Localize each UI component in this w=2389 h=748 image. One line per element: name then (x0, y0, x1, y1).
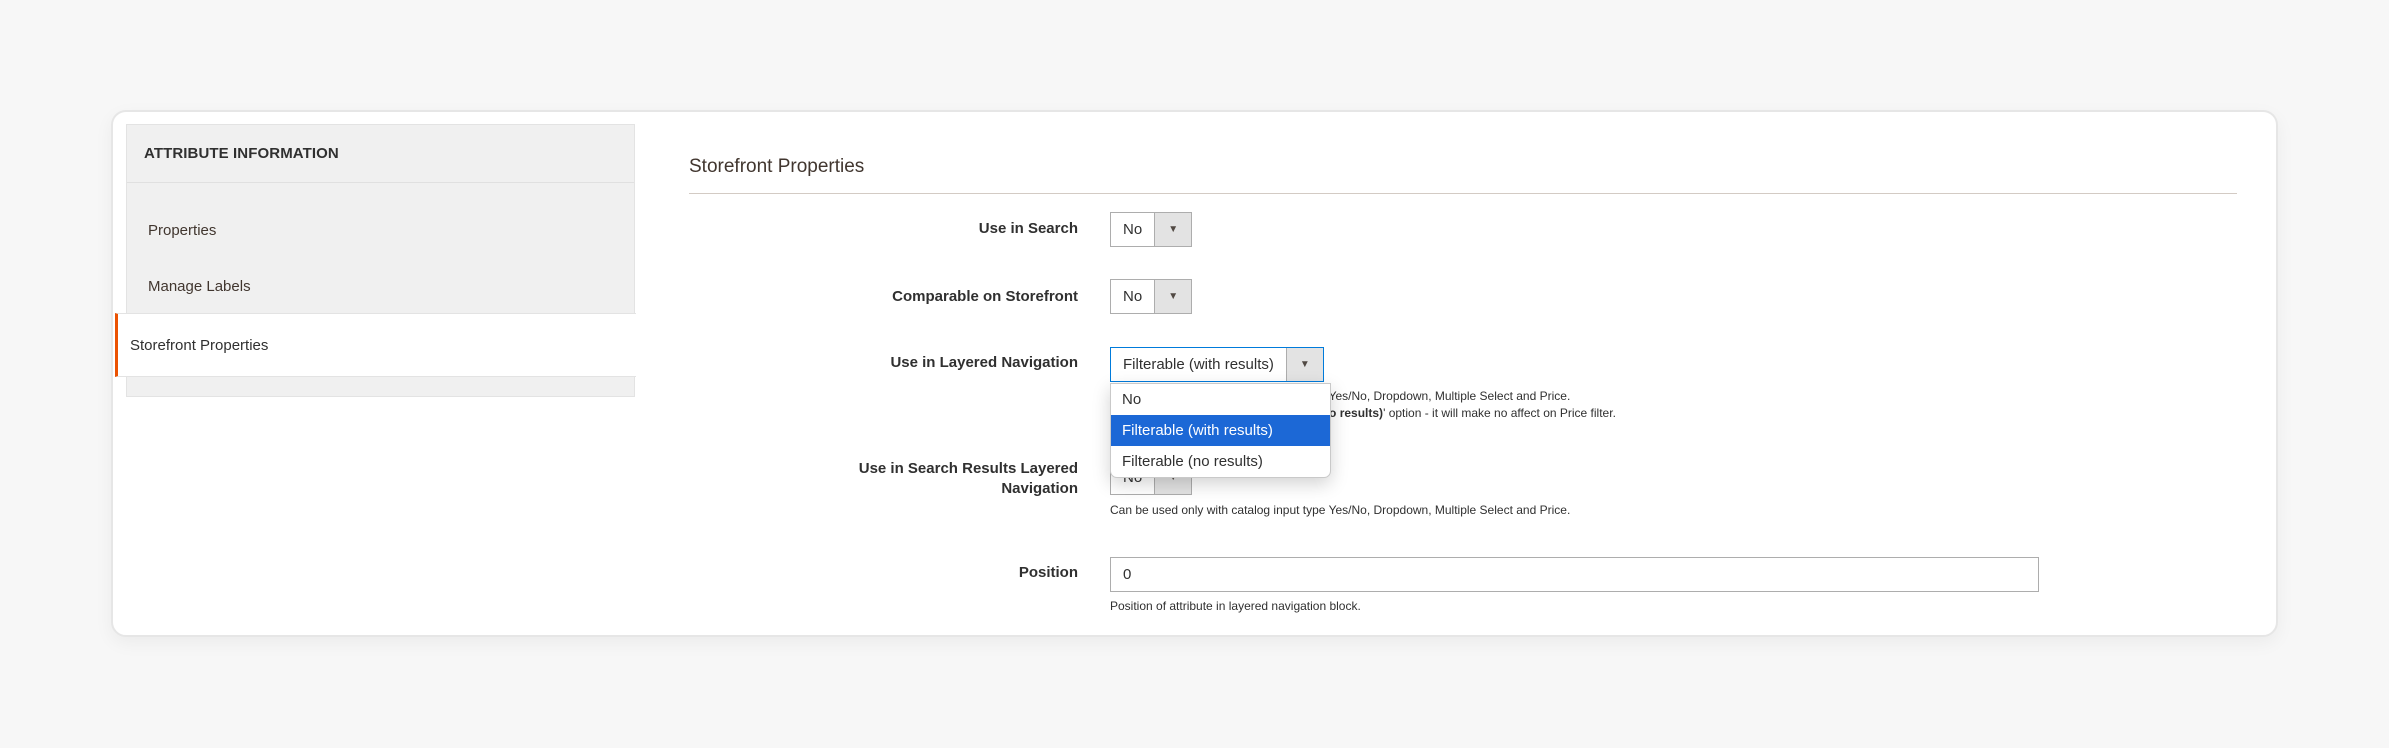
main-content: Storefront Properties Use in Search No ▼… (689, 112, 2276, 635)
chevron-down-icon: ▼ (1285, 348, 1323, 381)
sidebar-item-label: Manage Labels (148, 277, 251, 295)
section-divider (689, 193, 2237, 194)
use-in-search-label: Use in Search (978, 220, 1078, 237)
sidebar-item-properties[interactable]: Properties (127, 183, 634, 263)
select-value: No (1123, 288, 1143, 305)
layered-navigation-dropdown: No Filterable (with results) Filterable … (1110, 383, 1331, 478)
position-input[interactable] (1110, 557, 2039, 592)
attribute-edit-panel: ATTRIBUTE INFORMATION Properties Manage … (111, 110, 2278, 637)
dropdown-option-filterable-no-results[interactable]: Filterable (no results) (1111, 446, 1330, 477)
select-value: Filterable (with results) (1123, 356, 1274, 373)
dropdown-option-no[interactable]: No (1111, 384, 1330, 415)
sidebar-item-label: Storefront Properties (130, 336, 269, 354)
use-in-layered-navigation-select[interactable]: Filterable (with results) ▼ (1110, 347, 1324, 382)
section-title: Storefront Properties (689, 156, 865, 177)
use-in-layered-navigation-label: Use in Layered Navigation (890, 354, 1078, 371)
search-results-layered-navigation-note: Can be used only with catalog input type… (1110, 503, 1571, 517)
select-value: No (1123, 221, 1143, 238)
position-note: Position of attribute in layered navigat… (1110, 599, 1361, 613)
sidebar-item-storefront-properties[interactable]: Storefront Properties (115, 313, 636, 377)
chevron-down-icon: ▼ (1154, 280, 1192, 313)
comparable-on-storefront-select[interactable]: No ▼ (1110, 279, 1193, 314)
comparable-on-storefront-label: Comparable on Storefront (892, 288, 1078, 305)
sidebar-item-label: Properties (148, 221, 217, 239)
use-in-search-select[interactable]: No ▼ (1110, 212, 1193, 247)
sidebar-item-manage-labels[interactable]: Manage Labels (127, 263, 634, 313)
sidebar-title: ATTRIBUTE INFORMATION (127, 125, 634, 183)
position-label: Position (1018, 564, 1078, 581)
sidebar: ATTRIBUTE INFORMATION Properties Manage … (115, 124, 636, 397)
dropdown-option-filterable-with-results[interactable]: Filterable (with results) (1111, 415, 1330, 446)
chevron-down-icon: ▼ (1154, 213, 1192, 246)
search-results-layered-navigation-label: Use in Search Results Layered Navigation (858, 460, 1078, 497)
